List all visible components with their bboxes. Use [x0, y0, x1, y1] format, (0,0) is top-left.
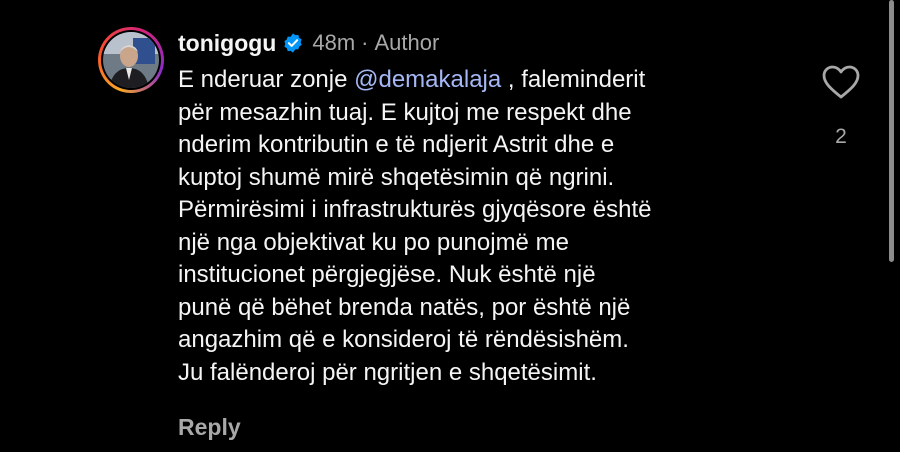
- comment-line: një nga objektivat ku po punojmë me: [178, 228, 569, 256]
- comment-line: E nderuar zonje @demakalaja , faleminder…: [178, 66, 646, 93]
- comment-line: Ju falënderoj për ngritjen e shqetësimit…: [178, 358, 597, 386]
- comment-line: punë që bëhet brenda natës, por është nj…: [178, 293, 631, 321]
- comment-time: 48m: [312, 30, 356, 55]
- separator-dot: ·: [361, 30, 369, 55]
- comment-line: Përmirësimi i infrastrukturës gjyqësore …: [178, 196, 652, 223]
- mention-link[interactable]: @demakalaja: [354, 66, 501, 93]
- verified-badge-icon: [282, 32, 304, 54]
- comment-line: nderim kontributin e të ndjerit Astrit d…: [178, 131, 615, 158]
- comment-header: tonigogu 48m · Author: [178, 26, 439, 60]
- author-label: Author: [374, 30, 440, 55]
- heart-outline-icon[interactable]: [821, 64, 861, 105]
- comment-line: institucionet përgjegjëse. Nuk është një: [178, 261, 596, 288]
- comment-line: angazhim që e konsideroj të rëndësishëm.: [178, 326, 629, 353]
- avatar[interactable]: [98, 27, 164, 93]
- username[interactable]: tonigogu: [178, 30, 276, 57]
- comment-line: kuptoj shumë mirë shqetësimin që ngrini.: [178, 163, 615, 191]
- avatar-photo: [103, 32, 159, 88]
- comment-text: E nderuar zonje @demakalaja , faleminder…: [178, 64, 778, 389]
- comment-line: për mesazhin tuaj. E kujtoj me respekt d…: [178, 98, 632, 126]
- like-area: 2: [818, 64, 864, 149]
- scrollbar[interactable]: [889, 0, 894, 262]
- reply-button[interactable]: Reply: [178, 414, 241, 441]
- like-count: 2: [835, 125, 847, 148]
